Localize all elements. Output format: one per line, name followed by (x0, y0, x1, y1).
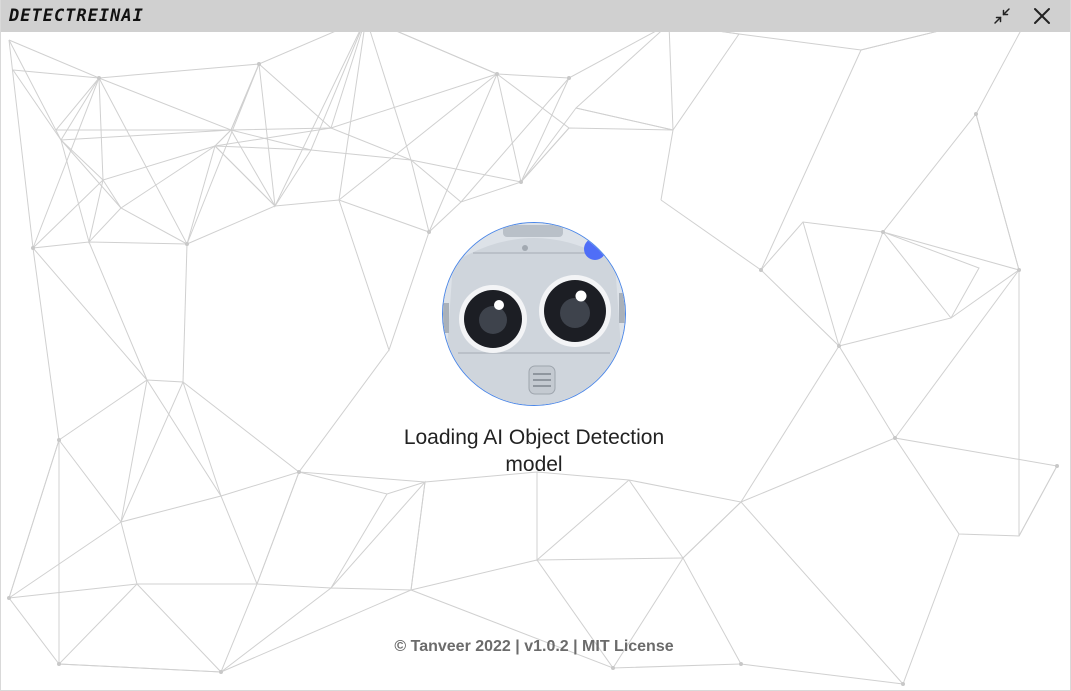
close-button[interactable] (1022, 0, 1062, 32)
robot-face-icon (443, 223, 625, 405)
close-icon (1034, 8, 1050, 24)
minimize-button[interactable] (982, 0, 1022, 32)
loading-panel: Loading AI Object Detection model © Tanv… (1, 0, 1070, 690)
window-actions (982, 0, 1062, 32)
minimize-arrows-icon (994, 8, 1010, 24)
app-title: DETECTREINAI (9, 6, 144, 26)
title-bar[interactable]: DETECTREINAI (1, 0, 1070, 32)
loading-status-text: Loading AI Object Detection model (403, 426, 665, 476)
robot-avatar (442, 222, 626, 406)
app-window: DETECTREINAI Loading AI Object Detection… (0, 0, 1071, 691)
footer-credits: © Tanveer 2022 | v1.0.2 | MIT License (394, 638, 674, 655)
